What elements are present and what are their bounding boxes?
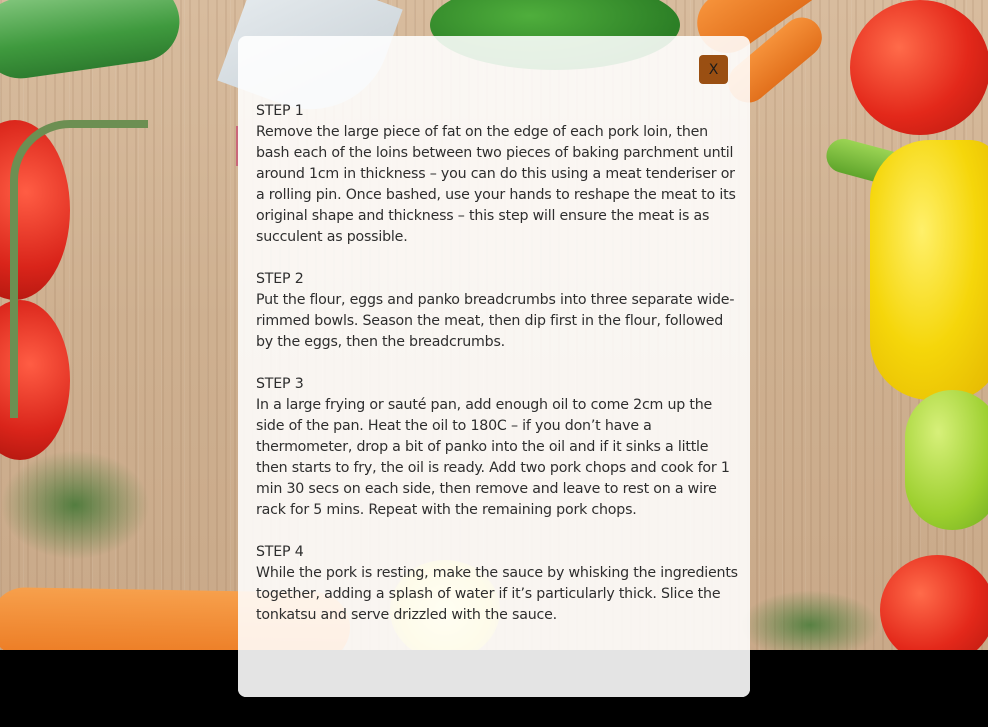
tomato-image [850,0,988,135]
recipe-steps-modal: X STEP 1 Remove the large piece of fat o… [238,36,750,697]
step-title: STEP 1 [256,103,304,119]
step-title: STEP 4 [256,544,304,560]
recipe-step: STEP 1 Remove the large piece of fat on … [256,101,738,248]
step-text: In a large frying or sauté pan, add enou… [256,397,730,518]
step-text: Put the flour, eggs and panko breadcrumb… [256,292,735,350]
tomato-image [880,555,988,650]
herbs-image [740,590,880,650]
recipe-step: STEP 4 While the pork is resting, make t… [256,542,738,626]
tomato-vine-image [10,120,148,418]
recipe-step: STEP 3 In a large frying or sauté pan, a… [256,374,738,521]
thyme-image [0,450,150,560]
yellow-pepper-image [870,140,988,400]
green-pepper-image [905,390,988,530]
step-text: Remove the large piece of fat on the edg… [256,124,736,245]
modal-footer [238,650,750,697]
step-title: STEP 2 [256,271,304,287]
close-button[interactable]: X [699,55,728,84]
step-title: STEP 3 [256,376,304,392]
recipe-steps-list: STEP 1 Remove the large piece of fat on … [256,101,738,647]
cucumber-image [0,0,185,84]
step-text: While the pork is resting, make the sauc… [256,565,738,623]
recipe-step: STEP 2 Put the flour, eggs and panko bre… [256,269,738,353]
